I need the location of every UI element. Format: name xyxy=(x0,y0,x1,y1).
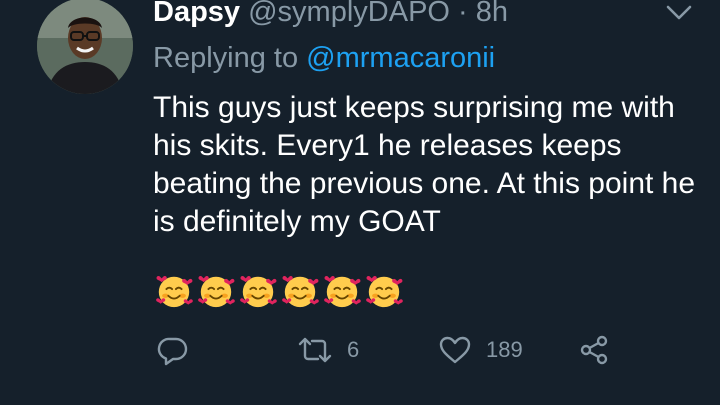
timestamp[interactable]: 8h xyxy=(476,0,508,28)
like-button[interactable]: 189 xyxy=(438,332,523,368)
reply-icon xyxy=(157,337,188,366)
reply-button[interactable] xyxy=(157,332,189,368)
retweet-icon xyxy=(298,337,332,363)
like-count: 189 xyxy=(486,337,523,362)
separator: · xyxy=(458,0,468,28)
tweet-header: Dapsy @symplyDAPO · 8h xyxy=(153,0,508,30)
share-button[interactable] xyxy=(578,332,612,368)
smiling-face-with-hearts-emoji xyxy=(324,275,361,308)
emoji-row xyxy=(155,272,403,310)
like-icon xyxy=(439,336,471,364)
smiling-face-with-hearts-emoji xyxy=(282,275,319,308)
tweet: Dapsy @symplyDAPO · 8h Replying to @mrma… xyxy=(0,0,720,405)
smiling-face-with-hearts-emoji xyxy=(240,275,277,308)
share-icon xyxy=(580,335,608,365)
avatar-photo xyxy=(37,0,133,94)
smiling-face-with-hearts-emoji xyxy=(366,275,403,308)
tweet-text: This guys just keeps surprising me with … xyxy=(153,91,696,238)
action-bar: 6 189 xyxy=(0,332,720,368)
retweet-button[interactable]: 6 xyxy=(297,332,359,368)
replying-to: Replying to @mrmacaronii xyxy=(153,40,495,76)
retweet-count: 6 xyxy=(347,337,360,362)
avatar[interactable] xyxy=(37,0,133,94)
smiling-face-with-hearts-emoji xyxy=(198,275,235,308)
display-name[interactable]: Dapsy xyxy=(153,0,240,28)
handle[interactable]: @symplyDAPO xyxy=(248,0,450,28)
chevron-down-icon[interactable] xyxy=(664,2,694,24)
smiling-face-with-hearts-emoji xyxy=(156,275,193,308)
replying-prefix: Replying to xyxy=(153,42,299,74)
mention-link[interactable]: @mrmacaronii xyxy=(306,42,495,74)
